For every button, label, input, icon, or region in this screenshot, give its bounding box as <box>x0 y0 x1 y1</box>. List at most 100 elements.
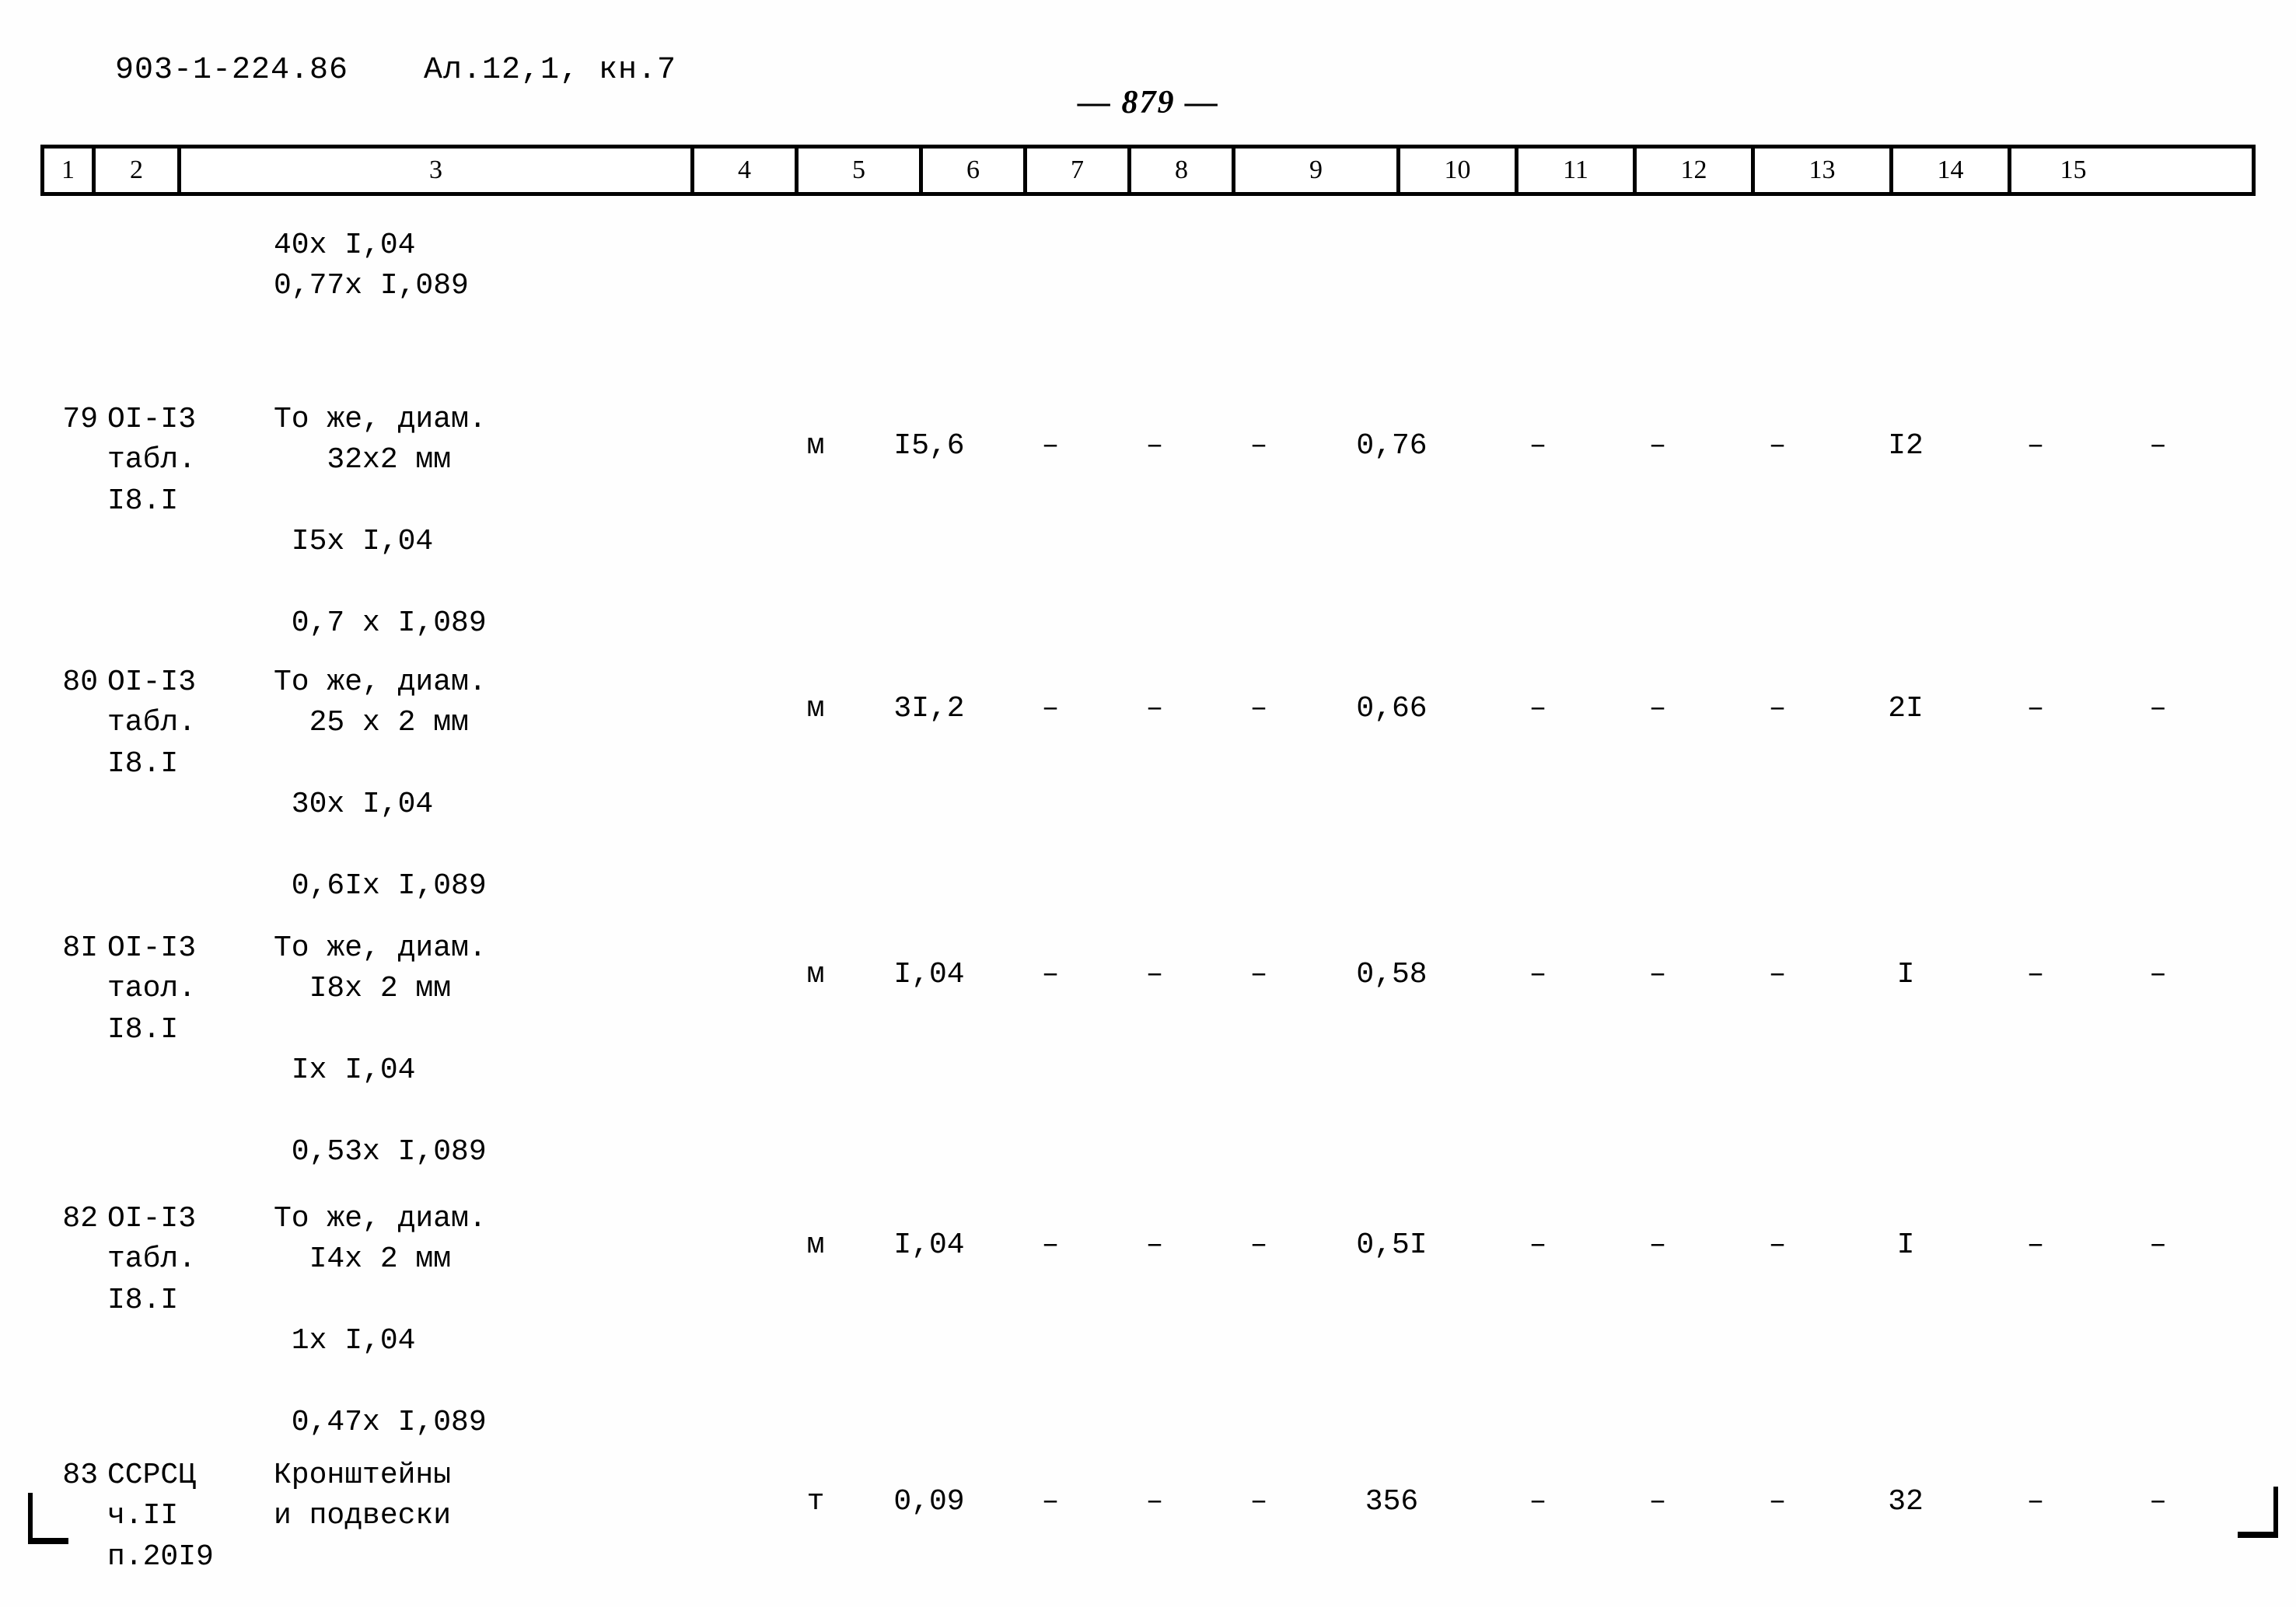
cell-c7: – <box>1145 1228 1164 1262</box>
cell-c10: – <box>1529 1485 1547 1518</box>
cell-c9: 0,5I <box>1356 1228 1428 1262</box>
cell-c12: – <box>1768 692 1787 725</box>
cell-description: 40х I,04 0,77х I,089 <box>274 229 469 303</box>
column-header-11: 11 <box>1518 149 1637 192</box>
cell-c6: – <box>1041 1485 1060 1518</box>
cell-c8: – <box>1249 958 1268 991</box>
cell-c6: – <box>1041 958 1060 991</box>
document-code: 903-1-224.86 <box>115 53 349 88</box>
cell-unit: м <box>806 692 825 725</box>
cell-c6: – <box>1041 429 1060 463</box>
column-header-13: 13 <box>1755 149 1893 192</box>
cell-description: То же, диам. I4х 2 мм 1х I,04 0,47х I,08… <box>274 1202 487 1440</box>
column-header-8: 8 <box>1131 149 1235 192</box>
cell-c13: 32 <box>1888 1485 1924 1518</box>
cell-c7: – <box>1145 692 1164 725</box>
cell-c10: – <box>1529 1228 1547 1262</box>
cell-c10: – <box>1529 429 1547 463</box>
cell-justification: ОI-I3 табл. I8.I <box>107 666 197 781</box>
cell-description: Кронштейны и подвески <box>274 1459 452 1533</box>
cell-c8: – <box>1249 1228 1268 1262</box>
cell-c15: – <box>2149 429 2167 463</box>
table-row: 80 ОI-I3 табл. I8.I То же, диам. 25 х 2 мм… <box>40 662 2256 927</box>
table-column-header-row: 1 2 3 4 5 6 7 8 9 10 11 12 13 14 15 <box>40 145 2256 196</box>
crop-mark-bottom-left <box>28 1493 68 1544</box>
cell-c12: – <box>1768 1228 1787 1262</box>
cell-c5: I,04 <box>893 1228 965 1262</box>
table-row: 83 ССРСЦ ч.II п.20I9 Кронштейны и подвески… <box>40 1455 2256 1611</box>
crop-mark-bottom-right <box>2238 1487 2278 1538</box>
cell-c11: – <box>1648 429 1667 463</box>
column-header-15: 15 <box>2060 156 2087 184</box>
cell-c12: – <box>1768 429 1787 463</box>
cell-c9: 0,66 <box>1356 692 1428 725</box>
cell-c5: I,04 <box>893 958 965 991</box>
cell-c14: – <box>2026 429 2045 463</box>
cell-c13: I <box>1896 1228 1915 1262</box>
table-row: 82 ОI-I3 табл. I8.I То же, диам. I4х 2 мм … <box>40 1199 2256 1439</box>
cell-description: То же, диам. 32х2 мм I5х I,04 0,7 х I,08… <box>274 403 487 641</box>
cell-pos: 83 <box>62 1459 98 1492</box>
table-row: 8I ОI-I3 таол. I8.I То же, диам. I8х 2 мм … <box>40 928 2256 1193</box>
cell-c12: – <box>1768 1485 1787 1518</box>
cell-c13: I <box>1896 958 1915 991</box>
cell-c14: – <box>2026 958 2045 991</box>
cell-description: То же, диам. I8х 2 мм Iх I,04 0,53х I,08… <box>274 931 487 1169</box>
column-header-12: 12 <box>1637 149 1755 192</box>
cell-c5: 3I,2 <box>893 692 965 725</box>
cell-c15: – <box>2149 1228 2167 1262</box>
cell-c15: – <box>2149 1485 2167 1518</box>
page-number: — 879 — <box>1078 85 1219 121</box>
cell-c10: – <box>1529 692 1547 725</box>
cell-description: То же, диам. 25 х 2 мм 30х I,04 0,6Iх I,… <box>274 666 487 903</box>
cell-c13: 2I <box>1888 692 1924 725</box>
cell-c9: 0,58 <box>1356 958 1428 991</box>
cell-justification: ОI-I3 таол. I8.I <box>107 931 197 1047</box>
cell-c10: – <box>1529 958 1547 991</box>
cell-c8: – <box>1249 429 1268 463</box>
cell-c11: – <box>1648 958 1667 991</box>
cell-unit: м <box>806 958 825 991</box>
column-header-10: 10 <box>1400 149 1518 192</box>
cell-c14: – <box>2026 692 2045 725</box>
cell-c11: – <box>1648 1485 1667 1518</box>
cell-c5: 0,09 <box>893 1485 965 1518</box>
cell-justification: ОI-I3 табл. I8.I <box>107 403 197 518</box>
column-header-3: 3 <box>181 149 694 192</box>
table-row: 40х I,04 0,77х I,089 <box>40 225 2256 389</box>
column-header-7: 7 <box>1027 149 1131 192</box>
cell-c9: 356 <box>1365 1485 1419 1518</box>
table-row: 79 ОI-I3 табл. I8.I То же, диам. 32х2 мм I… <box>40 400 2256 656</box>
column-header-4: 4 <box>694 149 799 192</box>
column-header-5: 5 <box>799 149 923 192</box>
cell-pos: 82 <box>62 1202 98 1235</box>
column-header-6: 6 <box>923 149 1027 192</box>
cell-pos: 8I <box>62 931 98 965</box>
cell-unit: м <box>806 1228 825 1262</box>
cell-unit: м <box>806 429 825 463</box>
cell-c6: – <box>1041 692 1060 725</box>
cell-c13: I2 <box>1888 429 1924 463</box>
document-album-reference: Ал.12,1, кн.7 <box>424 53 677 88</box>
column-header-2: 2 <box>96 149 181 192</box>
cell-c15: – <box>2149 692 2167 725</box>
cell-c8: – <box>1249 692 1268 725</box>
cell-c7: – <box>1145 429 1164 463</box>
cell-c11: – <box>1648 692 1667 725</box>
cell-c11: – <box>1648 1228 1667 1262</box>
cell-c14: – <box>2026 1228 2045 1262</box>
column-header-14: 14 <box>1893 149 2011 192</box>
column-header-9: 9 <box>1235 149 1400 192</box>
cell-c6: – <box>1041 1228 1060 1262</box>
cell-justification: ССРСЦ ч.II п.20I9 <box>107 1459 214 1574</box>
column-header-1: 1 <box>44 149 96 192</box>
cell-c5: I5,6 <box>893 429 965 463</box>
cell-c7: – <box>1145 958 1164 991</box>
cell-c14: – <box>2026 1485 2045 1518</box>
cell-c9: 0,76 <box>1356 429 1428 463</box>
cell-pos: 79 <box>62 403 98 436</box>
cell-pos: 80 <box>62 666 98 699</box>
cell-c12: – <box>1768 958 1787 991</box>
cell-c7: – <box>1145 1485 1164 1518</box>
document-page: 903-1-224.86 Ал.12,1, кн.7 — 879 — 1 2 3… <box>0 0 2296 1607</box>
